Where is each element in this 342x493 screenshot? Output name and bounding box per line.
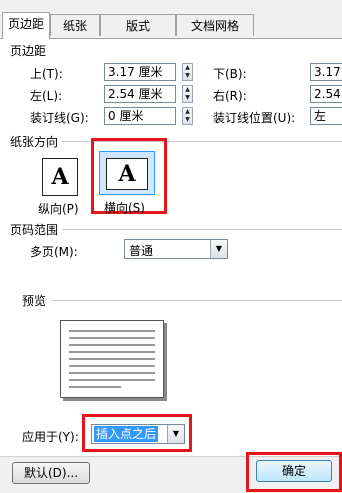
- portrait-glyph: A: [51, 164, 69, 190]
- landscape-glyph: A: [118, 161, 136, 187]
- spin-down-icon: ▼: [185, 94, 190, 101]
- pages-section-title: 页码范围: [10, 223, 59, 237]
- top-margin-input[interactable]: 3.17 厘米: [104, 63, 176, 81]
- portrait-icon[interactable]: A: [42, 158, 78, 196]
- multiple-pages-label: 多页(M):: [30, 245, 78, 259]
- multiple-pages-value: 普通: [129, 244, 154, 258]
- spin-up-icon: ▲: [185, 64, 190, 71]
- tab-layout[interactable]: 版式: [100, 14, 176, 36]
- left-margin-label: 左(L):: [30, 89, 63, 103]
- chevron-down-icon[interactable]: ▼: [167, 425, 184, 443]
- spin-up-icon: ▲: [185, 86, 190, 93]
- apply-to-label: 应用于(Y):: [22, 430, 79, 444]
- preview-lines: [69, 330, 155, 388]
- top-margin-spinner[interactable]: ▲ ▼: [182, 63, 193, 81]
- tab-margins[interactable]: 页边距: [2, 12, 50, 39]
- apply-to-select[interactable]: 插入点之后 ▼: [91, 424, 185, 444]
- gutter-position-select[interactable]: 左: [310, 107, 342, 125]
- divider: [62, 229, 342, 230]
- landscape-label[interactable]: 横向(S): [104, 199, 145, 216]
- gutter-label: 装订线(G):: [30, 111, 89, 125]
- multiple-pages-select[interactable]: 普通 ▼: [124, 239, 228, 259]
- bottom-margin-label: 下(B):: [213, 67, 247, 81]
- tab-panel-border: [0, 38, 342, 39]
- margins-section-title: 页边距: [10, 44, 47, 58]
- bottom-margin-input[interactable]: 3.17: [310, 63, 342, 81]
- gutter-position-label: 装订线位置(U):: [213, 111, 296, 125]
- spin-down-icon: ▼: [185, 116, 190, 123]
- left-margin-spinner[interactable]: ▲ ▼: [182, 85, 193, 103]
- divider: [52, 300, 342, 301]
- right-margin-label: 右(R):: [213, 89, 247, 103]
- gutter-spinner[interactable]: ▲ ▼: [182, 107, 193, 125]
- chevron-down-icon[interactable]: ▼: [210, 240, 227, 258]
- portrait-label[interactable]: 纵向(P): [38, 200, 79, 217]
- spin-down-icon: ▼: [185, 72, 190, 79]
- tab-document-grid[interactable]: 文档网格: [176, 14, 254, 36]
- top-margin-label: 上(T):: [30, 67, 63, 81]
- default-button[interactable]: 默认(D)...: [12, 462, 90, 484]
- spin-up-icon: ▲: [185, 108, 190, 115]
- preview-section-title: 预览: [22, 294, 47, 308]
- page-preview: [60, 320, 164, 398]
- landscape-icon[interactable]: A: [106, 158, 148, 190]
- gutter-input[interactable]: 0 厘米: [104, 107, 176, 125]
- right-margin-input[interactable]: 2.54: [310, 85, 342, 103]
- left-margin-input[interactable]: 2.54 厘米: [104, 85, 176, 103]
- tab-paper[interactable]: 纸张: [50, 14, 100, 36]
- apply-to-value: 插入点之后: [94, 426, 159, 442]
- orientation-section-title: 纸张方向: [10, 135, 59, 149]
- ok-button[interactable]: 确定: [256, 460, 332, 482]
- tab-bar: 页边距 纸张 版式 文档网格: [0, 0, 342, 39]
